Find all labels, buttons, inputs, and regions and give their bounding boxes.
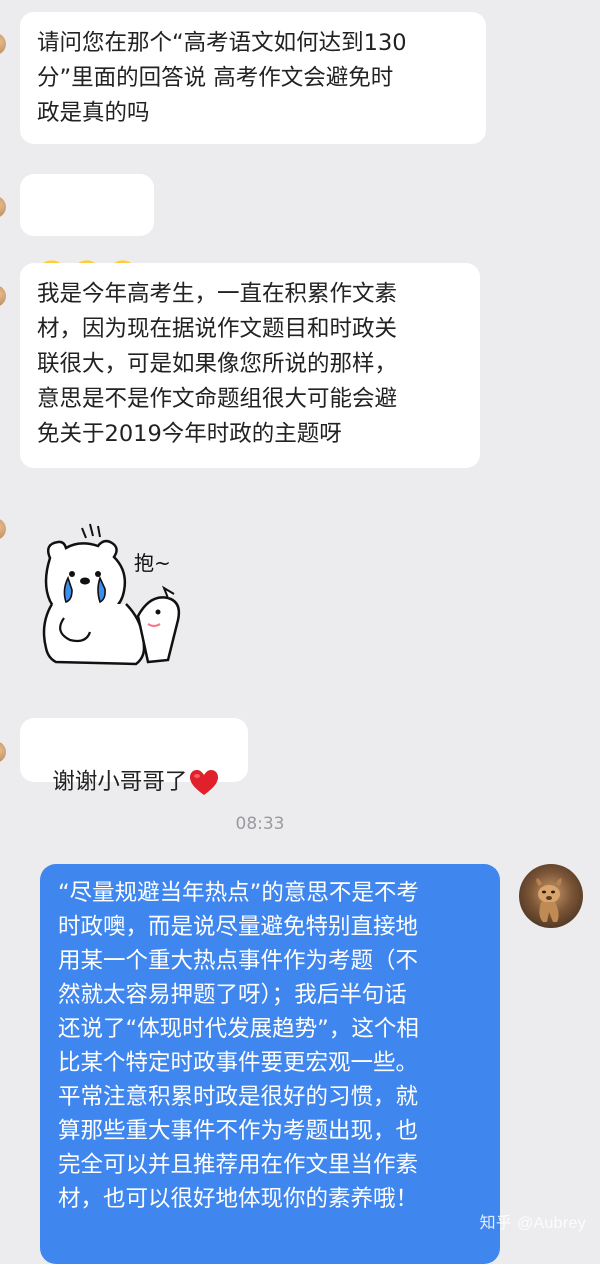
message-text: 谢谢小哥哥了 (52, 769, 188, 795)
emoji-message-bubble[interactable] (20, 174, 154, 290)
sticker-text: 抱~ (134, 551, 171, 575)
message-bubble-outgoing[interactable]: “尽量规避当年热点”的意思不是不考 时政噢，而是说尽量避免特别直接地 用某一个重… (40, 864, 500, 1264)
message-bubble-incoming[interactable]: 请问您在那个“高考语文如何达到130 分”里面的回答说 高考作文会避免时 政是真… (20, 12, 486, 144)
message-bubble-incoming[interactable]: 我是今年高考生，一直在积累作文素 材，因为现在据说作文题目和时政关 联很大，可是… (20, 263, 480, 468)
message-timestamp: 08:33 (235, 814, 285, 834)
sender-avatar[interactable] (0, 518, 6, 540)
watermark: 知乎 @Aubrey (479, 1215, 586, 1232)
sender-avatar[interactable] (0, 33, 6, 55)
sender-avatar[interactable] (0, 285, 6, 307)
lion-cub-avatar-icon (536, 878, 562, 922)
user-avatar[interactable] (519, 864, 583, 928)
crying-bear-hug-sticker[interactable]: 抱~ (36, 520, 204, 670)
message-bubble-incoming[interactable]: 谢谢小哥哥了 (20, 718, 248, 795)
sender-avatar[interactable] (0, 741, 6, 763)
red-heart-icon (190, 769, 219, 795)
sender-avatar[interactable] (0, 196, 6, 218)
